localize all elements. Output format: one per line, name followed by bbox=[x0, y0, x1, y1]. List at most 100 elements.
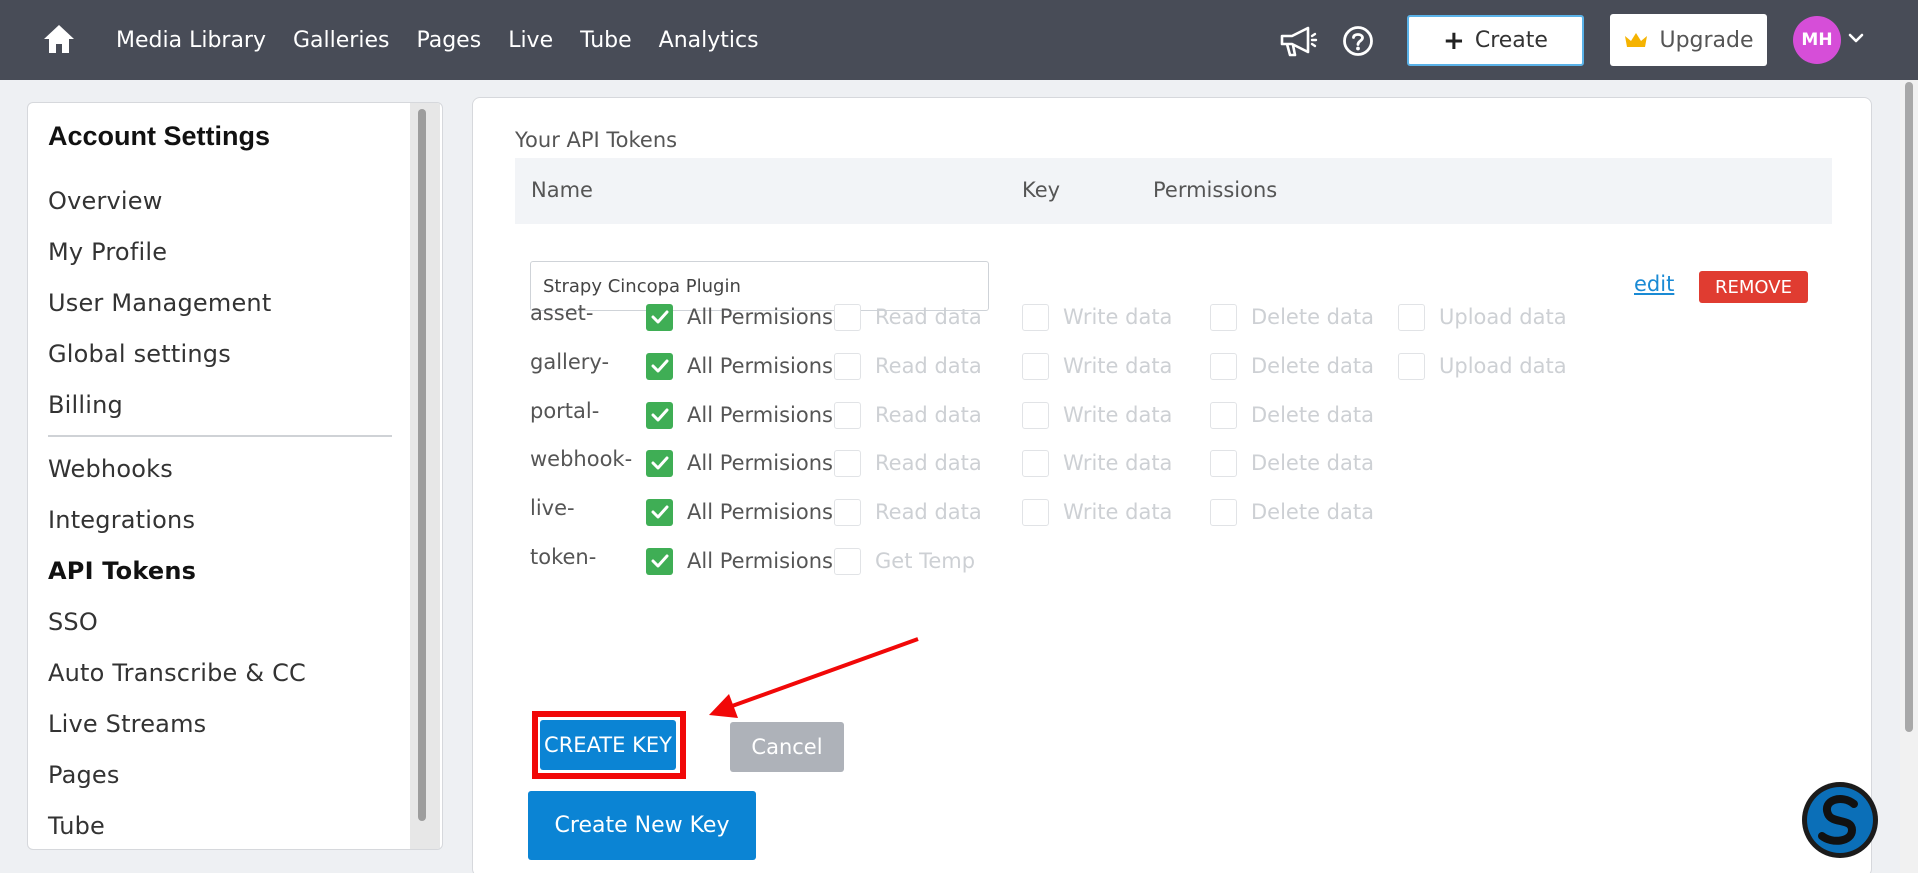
checkbox-unchecked[interactable] bbox=[1022, 449, 1049, 477]
sidebar-item-billing[interactable]: Billing bbox=[48, 391, 123, 419]
checkbox-unchecked[interactable] bbox=[1022, 401, 1049, 429]
checkbox-unchecked[interactable] bbox=[1022, 303, 1049, 331]
checkbox-unchecked[interactable] bbox=[1210, 303, 1237, 331]
sidebar-item-live-streams[interactable]: Live Streams bbox=[48, 710, 206, 738]
sidebar-item-global-settings[interactable]: Global settings bbox=[48, 340, 231, 368]
sidebar-item-tube[interactable]: Tube bbox=[48, 812, 105, 840]
permission-option[interactable]: Delete data bbox=[1210, 496, 1374, 528]
permission-option[interactable]: All Permisions bbox=[646, 350, 833, 382]
permission-option-label: Read data bbox=[875, 451, 982, 475]
nav-galleries[interactable]: Galleries bbox=[293, 28, 389, 53]
permission-option[interactable]: Read data bbox=[834, 447, 982, 479]
permission-option[interactable]: Read data bbox=[834, 399, 982, 431]
nav-analytics[interactable]: Analytics bbox=[659, 28, 759, 53]
permission-option[interactable]: Delete data bbox=[1210, 350, 1374, 382]
help-icon[interactable] bbox=[1342, 25, 1374, 57]
support-chat-badge[interactable] bbox=[1802, 782, 1878, 858]
nav-pages[interactable]: Pages bbox=[416, 28, 481, 53]
permission-option-label: Delete data bbox=[1251, 403, 1374, 427]
create-key-button[interactable]: CREATE KEY bbox=[540, 720, 676, 770]
create-button[interactable]: + Create bbox=[1407, 15, 1584, 66]
checkbox-unchecked[interactable] bbox=[1210, 498, 1237, 526]
permission-option[interactable]: Upload data bbox=[1398, 350, 1567, 382]
checkbox-unchecked[interactable] bbox=[834, 498, 861, 526]
checkbox-unchecked[interactable] bbox=[834, 352, 861, 380]
megaphone-icon[interactable] bbox=[1278, 24, 1318, 58]
checkbox-unchecked[interactable] bbox=[834, 449, 861, 477]
permission-option[interactable]: Read data bbox=[834, 350, 982, 382]
avatar[interactable]: MH bbox=[1793, 16, 1841, 64]
sidebar-item-pages[interactable]: Pages bbox=[48, 761, 120, 789]
sidebar-item-integrations[interactable]: Integrations bbox=[48, 506, 195, 534]
sidebar-scrollbar[interactable] bbox=[410, 103, 440, 849]
permission-option-label: All Permisions bbox=[687, 500, 833, 524]
nav-live[interactable]: Live bbox=[508, 28, 553, 53]
crown-icon bbox=[1625, 33, 1648, 47]
nav-tube[interactable]: Tube bbox=[580, 28, 632, 53]
permission-option[interactable]: Get Temp bbox=[834, 545, 975, 577]
permission-option[interactable]: Write data bbox=[1022, 301, 1172, 333]
permission-option[interactable]: All Permisions bbox=[646, 496, 833, 528]
sidebar-item-webhooks[interactable]: Webhooks bbox=[48, 455, 173, 483]
permission-row-label: token- bbox=[530, 545, 597, 569]
checkbox-unchecked[interactable] bbox=[1398, 352, 1425, 380]
upgrade-button-label: Upgrade bbox=[1659, 27, 1754, 53]
checkbox-checked[interactable] bbox=[646, 498, 673, 526]
permission-option-label: Write data bbox=[1063, 500, 1173, 524]
page-scrollbar[interactable] bbox=[1900, 80, 1918, 873]
checkbox-checked[interactable] bbox=[646, 303, 673, 331]
permission-option-label: Delete data bbox=[1251, 451, 1374, 475]
create-new-key-button[interactable]: Create New Key bbox=[528, 791, 756, 860]
permission-option-label: Get Temp bbox=[875, 549, 976, 573]
sidebar-scrollbar-thumb[interactable] bbox=[418, 109, 426, 821]
permission-option[interactable]: Write data bbox=[1022, 496, 1172, 528]
checkbox-checked[interactable] bbox=[646, 401, 673, 429]
permission-option[interactable]: Read data bbox=[834, 301, 982, 333]
permission-option[interactable]: Write data bbox=[1022, 447, 1172, 479]
permission-option[interactable]: All Permisions bbox=[646, 399, 833, 431]
checkbox-unchecked[interactable] bbox=[1022, 498, 1049, 526]
cancel-button[interactable]: Cancel bbox=[730, 722, 844, 772]
permission-option[interactable]: Read data bbox=[834, 496, 982, 528]
nav-media-library[interactable]: Media Library bbox=[116, 28, 266, 53]
checkbox-unchecked[interactable] bbox=[1022, 352, 1049, 380]
sidebar-item-auto-transcribe[interactable]: Auto Transcribe & CC bbox=[48, 659, 306, 687]
permission-option[interactable]: All Permisions bbox=[646, 301, 833, 333]
permission-option[interactable]: All Permisions bbox=[646, 447, 833, 479]
permission-option[interactable]: Delete data bbox=[1210, 447, 1374, 479]
permission-option[interactable]: All Permisions bbox=[646, 545, 833, 577]
sidebar-item-my-profile[interactable]: My Profile bbox=[48, 238, 167, 266]
permission-option-label: Read data bbox=[875, 354, 982, 378]
checkbox-checked[interactable] bbox=[646, 547, 673, 575]
checkbox-unchecked[interactable] bbox=[1210, 401, 1237, 429]
remove-token-button[interactable]: REMOVE bbox=[1699, 271, 1808, 303]
permission-option[interactable]: Delete data bbox=[1210, 301, 1374, 333]
checkbox-unchecked[interactable] bbox=[834, 303, 861, 331]
sidebar-item-sso[interactable]: SSO bbox=[48, 608, 98, 636]
permission-option[interactable]: Delete data bbox=[1210, 399, 1374, 431]
permission-option[interactable]: Write data bbox=[1022, 399, 1172, 431]
checkbox-unchecked[interactable] bbox=[1210, 352, 1237, 380]
permission-option-label: Delete data bbox=[1251, 500, 1374, 524]
sidebar-item-api-tokens[interactable]: API Tokens bbox=[48, 557, 196, 585]
upgrade-button[interactable]: Upgrade bbox=[1610, 14, 1767, 66]
home-icon[interactable] bbox=[42, 22, 76, 56]
checkbox-checked[interactable] bbox=[646, 449, 673, 477]
sidebar-item-user-management[interactable]: User Management bbox=[48, 289, 271, 317]
checkbox-unchecked[interactable] bbox=[1398, 303, 1425, 331]
checkbox-checked[interactable] bbox=[646, 352, 673, 380]
permission-row: token- All Permisions Get Temp bbox=[473, 545, 1871, 585]
top-navigation-bar: Media Library Galleries Pages Live Tube … bbox=[0, 0, 1918, 80]
permission-option[interactable]: Upload data bbox=[1398, 301, 1567, 333]
checkbox-unchecked[interactable] bbox=[834, 401, 861, 429]
permission-row: webhook- All Permisions Read data Write dat… bbox=[473, 447, 1871, 487]
page-scrollbar-thumb[interactable] bbox=[1905, 82, 1913, 732]
permission-row: portal- All Permisions Read data Write data… bbox=[473, 399, 1871, 439]
permission-option[interactable]: Write data bbox=[1022, 350, 1172, 382]
sidebar-item-overview[interactable]: Overview bbox=[48, 187, 163, 215]
chevron-down-icon[interactable] bbox=[1848, 32, 1864, 44]
edit-token-link[interactable]: edit bbox=[1634, 272, 1674, 296]
checkbox-unchecked[interactable] bbox=[1210, 449, 1237, 477]
permission-option-label: All Permisions bbox=[687, 451, 833, 475]
checkbox-unchecked[interactable] bbox=[834, 547, 861, 575]
